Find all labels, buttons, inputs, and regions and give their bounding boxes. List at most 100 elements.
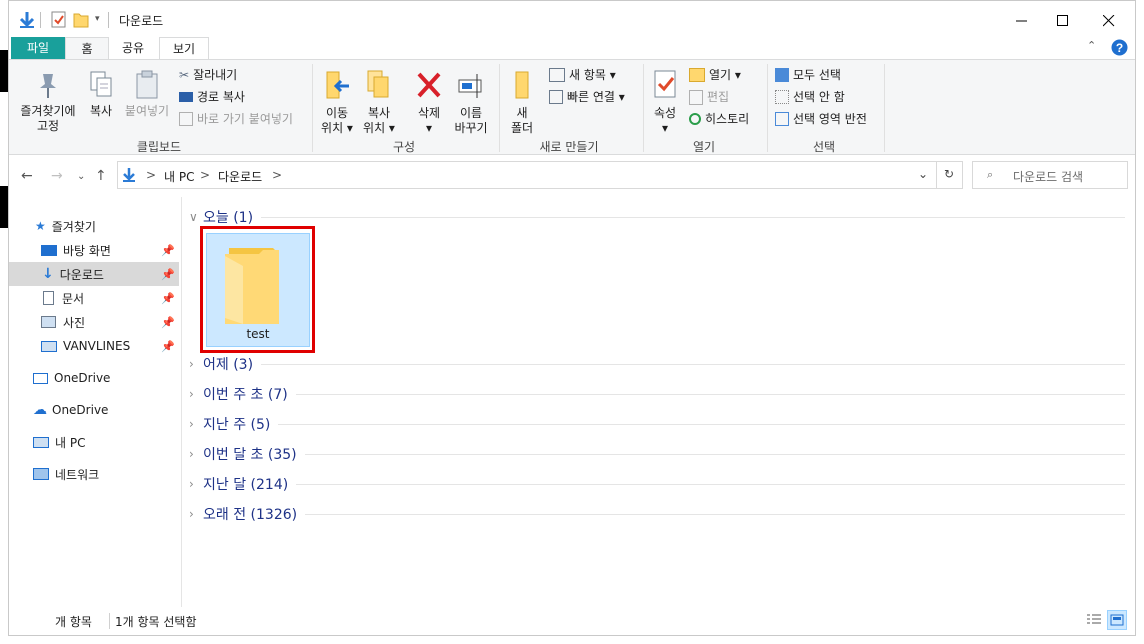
window-title: 다운로드: [119, 14, 164, 28]
maximize-button[interactable]: [1040, 5, 1086, 37]
clipboard-icon: [136, 70, 158, 99]
forward-button[interactable]: →: [51, 168, 63, 184]
nav-onedrive-1[interactable]: OneDrive: [9, 366, 179, 390]
select-none-label: 선택 안 함: [793, 90, 845, 104]
nav-label: OneDrive: [54, 371, 111, 385]
new-folder-label: 새 폴더: [510, 106, 534, 135]
cut-button[interactable]: ✂ 잘라내기: [179, 65, 237, 85]
pane-splitter[interactable]: [181, 197, 182, 607]
easy-access-button[interactable]: 빠른 연결 ▾: [549, 87, 625, 107]
maximize-icon: [1057, 15, 1068, 26]
nav-this-pc[interactable]: 내 PC: [9, 430, 179, 454]
pin-label: 즐겨찾기에 고정: [20, 104, 76, 133]
cloud-icon: ☁: [33, 402, 47, 418]
edit-icon: [689, 89, 703, 105]
history-button[interactable]: 히스토리: [689, 109, 749, 129]
tab-home[interactable]: 홈: [65, 37, 109, 59]
breadcrumb-separator[interactable]: >: [272, 168, 282, 182]
group-header-last-month[interactable]: › 지난 달 (214): [189, 474, 1125, 494]
invert-selection-button[interactable]: 선택 영역 반전: [775, 109, 867, 129]
open-button[interactable]: 열기 ▾: [689, 65, 741, 85]
group-label: 오늘 (1): [203, 210, 254, 226]
computer-icon: [33, 436, 49, 448]
delete-button[interactable]: 삭제 ▾: [409, 68, 449, 136]
select-group-label: 선택: [812, 140, 836, 154]
group-divider: [295, 393, 1125, 395]
nav-label: 즐겨찾기: [51, 219, 96, 234]
edit-label: 편집: [707, 90, 730, 104]
copy-path-button[interactable]: 경로 복사: [179, 87, 245, 107]
refresh-icon[interactable]: ↻: [944, 167, 954, 181]
group-header-earlier-this-week[interactable]: › 이번 주 초 (7): [189, 384, 1125, 404]
group-header-long-ago[interactable]: › 오래 전 (1326): [189, 504, 1125, 524]
status-item-count: 개 항목: [55, 615, 92, 629]
search-icon: ⌕: [987, 168, 994, 181]
details-view-button[interactable]: [1085, 612, 1103, 628]
paste-shortcut-button[interactable]: 바로 가기 붙여넣기: [179, 109, 293, 129]
ribbon-collapse-icon[interactable]: ⌃: [1087, 39, 1096, 52]
breadcrumb-downloads[interactable]: 다운로드: [218, 168, 262, 185]
recent-locations-button[interactable]: ⌄: [77, 171, 85, 182]
svg-text:?: ?: [1116, 41, 1123, 55]
select-all-button[interactable]: 모두 선택: [775, 65, 841, 85]
nav-quick-access[interactable]: ★ 즐겨찾기: [9, 214, 179, 238]
properties-button[interactable]: 속성 ▾: [647, 68, 683, 136]
qa-divider: [108, 12, 109, 28]
copy-to-button[interactable]: 복사 위치 ▾: [359, 68, 399, 136]
copy-path-label: 경로 복사: [197, 90, 245, 104]
group-header-yesterday[interactable]: › 어제 (3): [189, 354, 1125, 374]
new-folder-button[interactable]: 새 폴더: [507, 68, 537, 136]
nav-downloads[interactable]: ↓ 다운로드 📌: [9, 262, 179, 286]
select-none-button[interactable]: 선택 안 함: [775, 87, 845, 107]
nav-network[interactable]: 네트워크: [9, 462, 179, 486]
group-header-today[interactable]: ∨ 오늘 (1): [189, 207, 1125, 227]
properties-icon[interactable]: [51, 10, 67, 30]
nav-pictures[interactable]: 사진 📌: [9, 310, 179, 334]
group-divider: [278, 423, 1125, 425]
title-bar: ▾ 다운로드: [9, 1, 1135, 37]
back-button[interactable]: ←: [21, 168, 33, 184]
select-all-label: 모두 선택: [793, 68, 841, 82]
group-separator: [884, 64, 885, 152]
star-icon: ★: [35, 219, 46, 233]
copy-button[interactable]: 복사: [83, 70, 119, 119]
tab-file[interactable]: 파일: [11, 37, 65, 59]
scissors-icon: ✂: [179, 68, 190, 82]
new-folder-quick-icon[interactable]: [73, 10, 89, 30]
breadcrumb-this-pc[interactable]: 내 PC: [164, 168, 194, 185]
search-box[interactable]: ⌕ 다운로드 검색: [972, 161, 1128, 189]
breadcrumb-separator[interactable]: >: [200, 168, 210, 182]
invert-selection-icon: [775, 112, 789, 126]
nav-desktop[interactable]: 바탕 화면 📌: [9, 238, 179, 262]
tab-share[interactable]: 공유: [111, 37, 155, 59]
minimize-button[interactable]: [999, 5, 1045, 37]
qa-customize-icon[interactable]: ▾: [95, 14, 100, 34]
paste-button[interactable]: 붙여넣기: [121, 70, 173, 119]
nav-documents[interactable]: 문서 📌: [9, 286, 179, 310]
search-placeholder: 다운로드 검색: [1013, 170, 1084, 184]
pin-to-quick-access-button[interactable]: 즐겨찾기에 고정: [13, 70, 83, 134]
large-icons-view-button[interactable]: [1107, 610, 1127, 630]
desktop-icon: [41, 244, 57, 256]
pin-icon: 📌: [161, 243, 175, 257]
address-dropdown-icon[interactable]: ⌄: [918, 167, 928, 181]
tab-view[interactable]: 보기: [159, 37, 209, 59]
download-arrow-icon: [123, 168, 135, 182]
group-header-earlier-this-month[interactable]: › 이번 달 초 (35): [189, 444, 1125, 464]
nav-vanvlines[interactable]: VANVLINES 📌: [9, 334, 179, 358]
rename-button[interactable]: 이름 바꾸기: [449, 68, 493, 136]
group-label: 오래 전 (1326): [203, 507, 298, 523]
new-item-button[interactable]: 새 항목 ▾: [549, 65, 616, 85]
address-bar[interactable]: > 내 PC > 다운로드 > ⌄ ↻: [117, 161, 963, 189]
minimize-icon: [1016, 20, 1027, 22]
up-button[interactable]: ↑: [95, 168, 107, 184]
move-to-button[interactable]: 이동 위치 ▾: [317, 68, 357, 136]
group-header-last-week[interactable]: › 지난 주 (5): [189, 414, 1125, 434]
breadcrumb-separator[interactable]: >: [146, 168, 156, 182]
chevron-right-icon: ›: [189, 477, 194, 491]
help-icon[interactable]: ?: [1111, 39, 1128, 56]
close-button[interactable]: [1086, 5, 1132, 37]
nav-onedrive-2[interactable]: ☁ OneDrive: [9, 398, 179, 422]
edit-button[interactable]: 편집: [689, 87, 729, 107]
pin-icon: [40, 74, 56, 98]
